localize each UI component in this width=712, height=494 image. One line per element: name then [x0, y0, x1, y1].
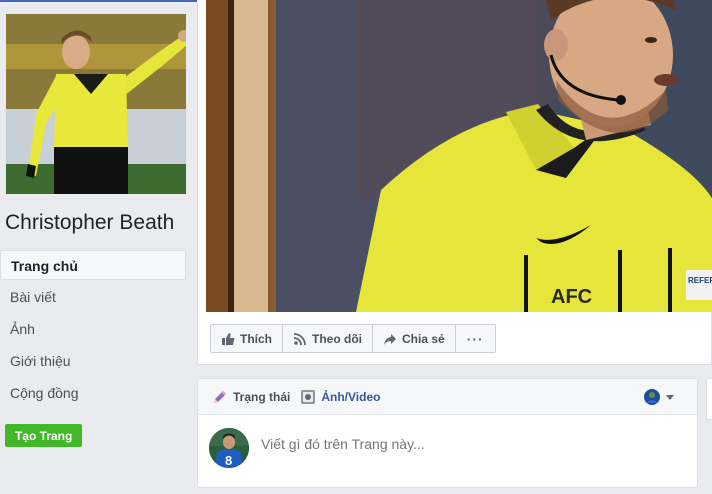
profile-picture[interactable] — [6, 14, 186, 194]
post-composer: Trạng thái Ảnh/Video 8 Viết gì đó trên T… — [197, 378, 698, 488]
share-button[interactable]: Chia sẻ — [373, 325, 456, 352]
nav-item-posts[interactable]: Bài viết — [0, 282, 186, 312]
referee-patch: REFER — [688, 276, 712, 285]
jersey-number: 8 — [225, 453, 232, 468]
tab-status[interactable]: Trạng thái — [212, 389, 290, 405]
more-options-button[interactable]: ··· — [456, 325, 495, 352]
create-page-button[interactable]: Tạo Trang — [5, 424, 83, 447]
like-label: Thích — [240, 331, 272, 346]
camera-icon — [301, 389, 316, 404]
composer-tabs: Trạng thái Ảnh/Video — [198, 379, 697, 415]
nav-item-about[interactable]: Giới thiệu — [0, 346, 186, 376]
player-avatar-image: 8 — [209, 428, 249, 468]
cover-referee-photo: AFC REFER — [206, 0, 712, 312]
cover-photo[interactable]: AFC REFER — [206, 0, 712, 312]
page-nav: Trang chủ Bài viết Ảnh Giới thiệu Cộng đ… — [0, 250, 186, 410]
composer-body: 8 — [198, 415, 697, 485]
more-dots-icon: ··· — [466, 330, 484, 347]
cover-card: AFC REFER Thích — [197, 0, 712, 365]
nav-item-community[interactable]: Cộng đồng — [0, 378, 186, 408]
right-panel-edge — [706, 378, 712, 420]
nav-item-home[interactable]: Trang chủ — [0, 250, 186, 280]
rss-icon — [293, 332, 306, 345]
share-arrow-icon — [384, 333, 396, 345]
like-button[interactable]: Thích — [211, 325, 283, 352]
thumbs-up-icon — [222, 332, 235, 345]
follow-button[interactable]: Theo dõi — [283, 325, 373, 352]
page-avatar-small-icon — [644, 389, 660, 405]
follow-label: Theo dõi — [312, 331, 362, 346]
audience-selector[interactable] — [643, 388, 675, 406]
share-label: Chia sẻ — [402, 331, 445, 346]
pencil-icon — [214, 390, 226, 403]
afc-badge: AFC — [551, 286, 592, 308]
page-title: Christopher Beath — [5, 211, 175, 234]
composer-input[interactable] — [261, 436, 681, 452]
tab-photo-video[interactable]: Ảnh/Video — [300, 389, 380, 405]
tab-status-label: Trạng thái — [233, 389, 291, 404]
nav-item-photos[interactable]: Ảnh — [0, 314, 186, 344]
page-actions-bar: Thích Theo dõi Chia sẻ ··· — [210, 324, 496, 353]
avatar: 8 — [209, 428, 249, 468]
tab-photo-label: Ảnh/Video — [321, 389, 381, 404]
caret-down-icon — [666, 395, 674, 400]
referee-photo — [6, 14, 186, 194]
